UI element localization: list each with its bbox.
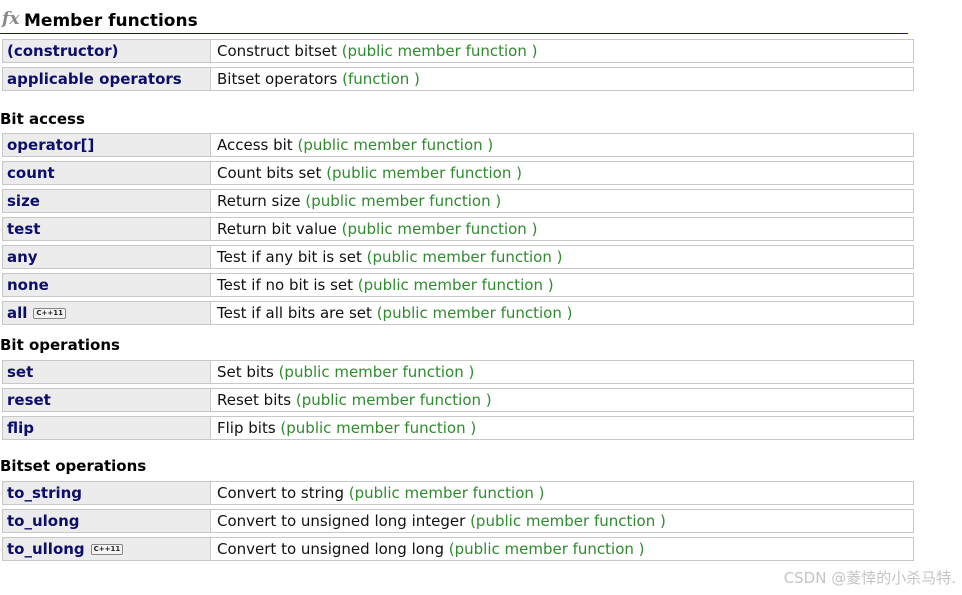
function-kind: (public member function ) xyxy=(326,164,522,182)
table-row: to_string Convert to string (public memb… xyxy=(2,481,914,505)
bitset-operations-table: to_string Convert to string (public memb… xyxy=(2,481,914,565)
table-row: to_ulong Convert to unsigned long intege… xyxy=(2,509,914,533)
function-link[interactable]: reset xyxy=(3,389,211,411)
section-title-bitset-operations: Bitset operations xyxy=(0,457,147,475)
fx-icon: fx xyxy=(2,9,20,29)
function-link[interactable]: (constructor) xyxy=(3,40,211,62)
function-description: Convert to unsigned long integer (public… xyxy=(217,512,666,530)
function-link[interactable]: to_ulong xyxy=(3,510,211,532)
function-link[interactable]: operator[] xyxy=(3,134,211,156)
function-kind: (function ) xyxy=(342,70,420,88)
function-link[interactable]: applicable operators xyxy=(3,68,211,90)
function-description: Access bit (public member function ) xyxy=(217,136,494,154)
function-description: Reset bits (public member function ) xyxy=(217,391,492,409)
function-description: Test if any bit is set (public member fu… xyxy=(217,248,563,266)
table-row: any Test if any bit is set (public membe… xyxy=(2,245,914,269)
function-kind: (public member function ) xyxy=(305,192,502,210)
bit-access-table: operator[] Access bit (public member fun… xyxy=(2,133,914,329)
function-kind: (public member function ) xyxy=(341,42,538,60)
table-row: (constructor) Construct bitset (public m… xyxy=(2,39,914,63)
function-link[interactable]: flip xyxy=(3,417,211,439)
table-row: flip Flip bits (public member function ) xyxy=(2,416,914,440)
function-link[interactable]: none xyxy=(3,274,211,296)
function-kind: (public member function ) xyxy=(341,220,538,238)
table-row: none Test if no bit is set (public membe… xyxy=(2,273,914,297)
function-kind: (public member function ) xyxy=(366,248,563,266)
section-title-bit-access: Bit access xyxy=(0,110,85,128)
function-description: Return bit value (public member function… xyxy=(217,220,538,238)
function-description: Flip bits (public member function ) xyxy=(217,419,477,437)
table-row: size Return size (public member function… xyxy=(2,189,914,213)
function-kind: (public member function ) xyxy=(297,136,494,154)
function-kind: (public member function ) xyxy=(448,540,645,558)
cpp11-badge-icon: C++11 xyxy=(90,543,124,555)
table-row: test Return bit value (public member fun… xyxy=(2,217,914,241)
function-link[interactable]: test xyxy=(3,218,211,240)
table-row: all C++11 Test if all bits are set (publi… xyxy=(2,301,914,325)
function-link[interactable]: to_ullong C++11 xyxy=(3,538,211,560)
function-kind: (public member function ) xyxy=(376,304,573,322)
function-link[interactable]: count xyxy=(3,162,211,184)
watermark: CSDN @菱悻的小杀马特. xyxy=(783,569,956,587)
function-description: Return size (public member function ) xyxy=(217,192,502,210)
function-link[interactable]: all C++11 xyxy=(3,302,211,324)
function-kind: (public member function ) xyxy=(357,276,554,294)
function-kind: (public member function ) xyxy=(280,419,477,437)
function-link[interactable]: size xyxy=(3,190,211,212)
table-row: applicable operators Bitset operators (f… xyxy=(2,67,914,91)
function-kind: (public member function ) xyxy=(295,391,492,409)
function-kind: (public member function ) xyxy=(470,512,666,530)
function-description: Test if no bit is set (public member fun… xyxy=(217,276,554,294)
function-kind: (public member function ) xyxy=(348,484,545,502)
member-functions-header: fx Member functions xyxy=(0,8,908,34)
function-link[interactable]: set xyxy=(3,361,211,383)
function-description: Convert to unsigned long long (public me… xyxy=(217,540,645,558)
table-row: to_ullong C++11 Convert to unsigned long … xyxy=(2,537,914,561)
table-row: count Count bits set (public member func… xyxy=(2,161,914,185)
function-link[interactable]: to_string xyxy=(3,482,211,504)
function-description: Set bits (public member function ) xyxy=(217,363,475,381)
table-row: operator[] Access bit (public member fun… xyxy=(2,133,914,157)
function-kind: (public member function ) xyxy=(278,363,475,381)
table-row: reset Reset bits (public member function… xyxy=(2,388,914,412)
section-title-bit-operations: Bit operations xyxy=(0,336,120,354)
bit-operations-table: set Set bits (public member function ) r… xyxy=(2,360,914,444)
top-table: (constructor) Construct bitset (public m… xyxy=(2,39,914,95)
cpp11-badge-icon: C++11 xyxy=(33,307,67,319)
function-description: Convert to string (public member functio… xyxy=(217,484,545,502)
page-title: Member functions xyxy=(24,11,198,31)
function-link[interactable]: any xyxy=(3,246,211,268)
function-description: Bitset operators (function ) xyxy=(217,70,420,88)
table-row: set Set bits (public member function ) xyxy=(2,360,914,384)
function-description: Construct bitset (public member function… xyxy=(217,42,538,60)
function-description: Count bits set (public member function ) xyxy=(217,164,522,182)
function-description: Test if all bits are set (public member … xyxy=(217,304,573,322)
